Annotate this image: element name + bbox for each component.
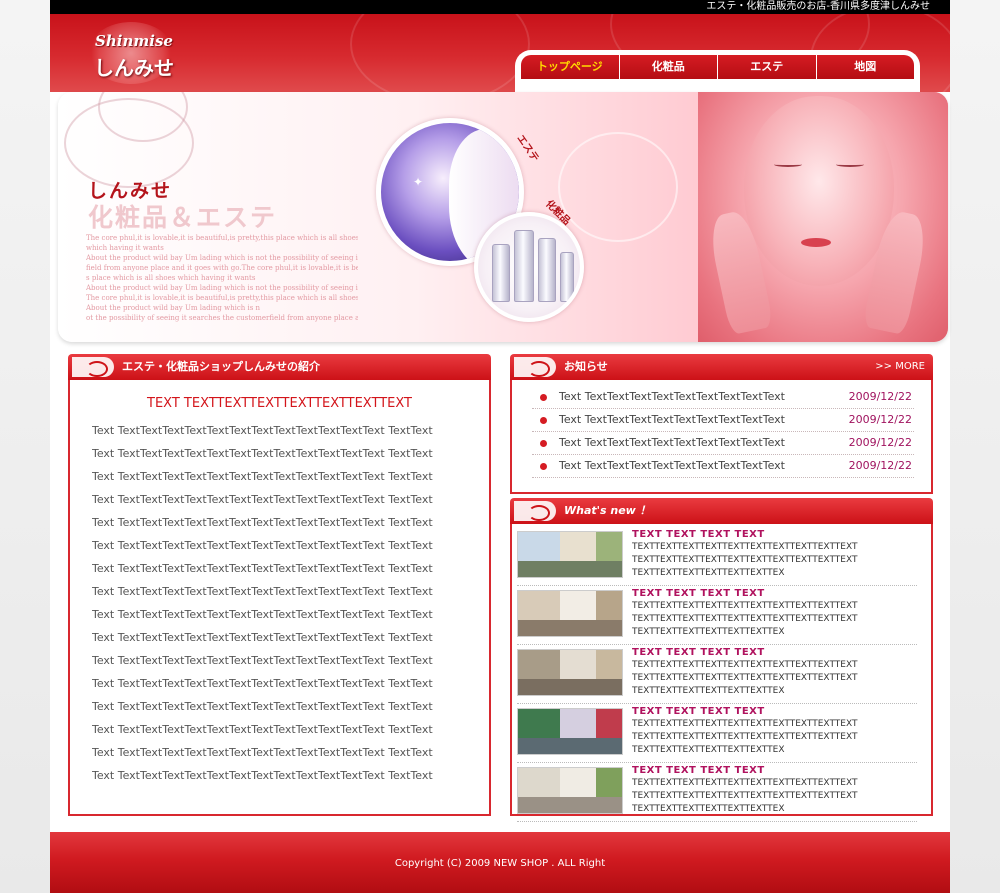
- intro-panel-header: エステ・化粧品ショップしんみせの紹介: [68, 354, 491, 380]
- intro-panel: TEXT TEXTTEXTTEXTTEXTTEXTTEXTTEXT Text T…: [68, 380, 491, 816]
- bullet-icon: [540, 440, 547, 447]
- whats-new-body: TEXTTEXTTEXTTEXTTEXTTEXTTEXTTEXTTEXTTEXT…: [632, 660, 858, 696]
- whats-new-title[interactable]: TEXT TEXT TEXT TEXT: [632, 647, 765, 658]
- bullet-icon: [540, 394, 547, 401]
- shop-photo[interactable]: [517, 708, 623, 755]
- intro-line: Text TextTextTextTextTextTextTextTextTex…: [92, 539, 433, 552]
- shop-photo[interactable]: [517, 531, 623, 578]
- header-ornament: [350, 14, 530, 92]
- flourish-icon: [514, 357, 556, 377]
- intro-heading: エステ・化粧品ショップしんみせの紹介: [122, 360, 320, 373]
- whats-new-list: TEXT TEXT TEXT TEXT TEXTTEXTTEXTTEXTTEXT…: [517, 529, 917, 824]
- news-heading: お知らせ: [564, 360, 608, 373]
- nav-esthetics[interactable]: エステ: [718, 55, 817, 79]
- whats-new-body: TEXTTEXTTEXTTEXTTEXTTEXTTEXTTEXTTEXTTEXT…: [632, 601, 858, 637]
- model-head: [744, 96, 894, 286]
- bottle-image: [560, 252, 574, 302]
- hero-description: The core phul,it is lovable,it is beauti…: [86, 234, 358, 322]
- whats-new-item[interactable]: TEXT TEXT TEXT TEXT TEXTTEXTTEXTTEXTTEXT…: [517, 529, 917, 586]
- whats-new-item[interactable]: TEXT TEXT TEXT TEXT TEXTTEXTTEXTTEXTTEXT…: [517, 765, 917, 822]
- bottle-image: [538, 238, 556, 302]
- intro-line: Text TextTextTextTextTextTextTextTextTex…: [92, 493, 433, 506]
- footer: Copyright (C) 2009 NEW SHOP . ALL Right: [50, 832, 950, 893]
- intro-line: Text TextTextTextTextTextTextTextTextTex…: [92, 562, 433, 575]
- whats-new-panel-header: What's new ！: [510, 498, 933, 524]
- whats-new-title[interactable]: TEXT TEXT TEXT TEXT: [632, 765, 765, 776]
- whats-new-item[interactable]: TEXT TEXT TEXT TEXT TEXTTEXTTEXTTEXTTEXT…: [517, 647, 917, 704]
- intro-line: Text TextTextTextTextTextTextTextTextTex…: [92, 608, 433, 621]
- news-panel-header: お知らせ >> MORE: [510, 354, 933, 380]
- intro-line: Text TextTextTextTextTextTextTextTextTex…: [92, 654, 433, 667]
- whats-new-item[interactable]: TEXT TEXT TEXT TEXT TEXTTEXTTEXTTEXTTEXT…: [517, 588, 917, 645]
- bullet-icon: [540, 463, 547, 470]
- news-list: Text TextTextTextTextTextTextTextTextTex…: [532, 386, 914, 478]
- shop-photo[interactable]: [517, 590, 623, 637]
- product-photo-circle: [474, 212, 584, 322]
- news-item[interactable]: Text TextTextTextTextTextTextTextTextTex…: [532, 386, 914, 409]
- intro-title: TEXT TEXTTEXTTEXTTEXTTEXTTEXTTEXT: [147, 396, 412, 411]
- intro-body: Text TextTextTextTextTextTextTextTextTex…: [92, 424, 472, 792]
- intro-line: Text TextTextTextTextTextTextTextTextTex…: [92, 424, 433, 437]
- whats-new-title[interactable]: TEXT TEXT TEXT TEXT: [632, 588, 765, 599]
- news-date: 2009/12/22: [848, 459, 912, 472]
- whats-new-title[interactable]: TEXT TEXT TEXT TEXT: [632, 529, 765, 540]
- nav-top-page[interactable]: トップページ: [521, 55, 620, 79]
- news-date: 2009/12/22: [848, 436, 912, 449]
- whats-new-title[interactable]: TEXT TEXT TEXT TEXT: [632, 706, 765, 717]
- intro-line: Text TextTextTextTextTextTextTextTextTex…: [92, 723, 433, 736]
- copyright-text: Copyright (C) 2009 NEW SHOP . ALL Right: [394, 858, 606, 869]
- whats-new-heading: What's new ！: [564, 504, 651, 517]
- intro-line: Text TextTextTextTextTextTextTextTextTex…: [92, 470, 433, 483]
- whats-new-body: TEXTTEXTTEXTTEXTTEXTTEXTTEXTTEXTTEXTTEXT…: [632, 778, 858, 814]
- shop-photo[interactable]: [517, 767, 623, 814]
- news-panel: Text TextTextTextTextTextTextTextTextTex…: [510, 380, 933, 494]
- news-item[interactable]: Text TextTextTextTextTextTextTextTextTex…: [532, 409, 914, 432]
- page: エステ・化粧品販売のお店-香川県多度津しんみせ Shinmise しんみせ トッ…: [50, 0, 950, 893]
- intro-line: Text TextTextTextTextTextTextTextTextTex…: [92, 631, 433, 644]
- intro-line: Text TextTextTextTextTextTextTextTextTex…: [92, 677, 433, 690]
- bottle-image: [492, 244, 510, 302]
- news-date: 2009/12/22: [848, 390, 912, 403]
- intro-line: Text TextTextTextTextTextTextTextTextTex…: [92, 700, 433, 713]
- hero-subtitle: 化粧品＆エステ: [88, 203, 278, 232]
- model-photo: [698, 92, 948, 342]
- intro-line: Text TextTextTextTextTextTextTextTextTex…: [92, 447, 433, 460]
- model-lips: [801, 238, 831, 247]
- top-tagline: エステ・化粧品販売のお店-香川県多度津しんみせ: [50, 0, 950, 14]
- whats-new-body: TEXTTEXTTEXTTEXTTEXTTEXTTEXTTEXTTEXTTEXT…: [632, 719, 858, 755]
- intro-line: Text TextTextTextTextTextTextTextTextTex…: [92, 746, 433, 759]
- shop-photo[interactable]: [517, 649, 623, 696]
- intro-line: Text TextTextTextTextTextTextTextTextTex…: [92, 516, 433, 529]
- flourish-icon: [72, 357, 114, 377]
- intro-line: Text TextTextTextTextTextTextTextTextTex…: [92, 585, 433, 598]
- bullet-icon: [540, 417, 547, 424]
- nav-cosmetics[interactable]: 化粧品: [619, 55, 718, 79]
- news-date: 2009/12/22: [848, 413, 912, 426]
- whats-new-panel: TEXT TEXT TEXT TEXT TEXTTEXTTEXTTEXTTEXT…: [510, 524, 933, 822]
- site-logo[interactable]: Shinmise しんみせ: [80, 22, 180, 86]
- logo-text-en: Shinmise: [95, 32, 173, 50]
- bottle-image: [514, 230, 534, 302]
- intro-line: Text TextTextTextTextTextTextTextTextTex…: [92, 769, 433, 782]
- model-eye: [774, 162, 802, 167]
- news-more-link[interactable]: >> MORE: [875, 354, 925, 380]
- whats-new-body: TEXTTEXTTEXTTEXTTEXTTEXTTEXTTEXTTEXTTEXT…: [632, 542, 858, 578]
- flourish-icon: [514, 501, 556, 521]
- sparkle-icon: ✦: [413, 175, 424, 189]
- hero-banner: しんみせ 化粧品＆エステ The core phul,it is lovable…: [58, 92, 948, 342]
- main-nav: トップページ 化粧品 エステ 地図: [515, 50, 920, 92]
- nav-map[interactable]: 地図: [816, 55, 914, 79]
- butterfly-ornament: [558, 132, 678, 242]
- news-item[interactable]: Text TextTextTextTextTextTextTextTextTex…: [532, 432, 914, 455]
- whats-new-item[interactable]: TEXT TEXT TEXT TEXT TEXTTEXTTEXTTEXTTEXT…: [517, 706, 917, 763]
- model-eye: [836, 162, 864, 167]
- logo-text-jp: しんみせ: [94, 56, 174, 80]
- news-item[interactable]: Text TextTextTextTextTextTextTextTextTex…: [532, 455, 914, 478]
